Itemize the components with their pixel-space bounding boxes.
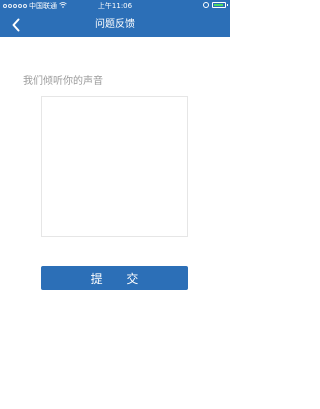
feedback-textarea[interactable] (41, 96, 188, 237)
status-time: 上午11:06 (97, 2, 133, 10)
status-bar: 中国联通 上午11:06 (0, 0, 230, 12)
navigation-bar: 问题反馈 (0, 13, 230, 37)
submit-button[interactable]: 提 交 (41, 266, 188, 290)
feedback-prompt: 我们倾听你的声音 (23, 76, 103, 87)
page-title: 问题反馈 (95, 19, 135, 30)
battery-fill (214, 4, 223, 6)
status-right (203, 2, 228, 8)
alarm-icon (203, 2, 209, 8)
top-bar: 中国联通 上午11:06 问题反馈 (0, 0, 230, 37)
battery-icon (212, 2, 228, 8)
